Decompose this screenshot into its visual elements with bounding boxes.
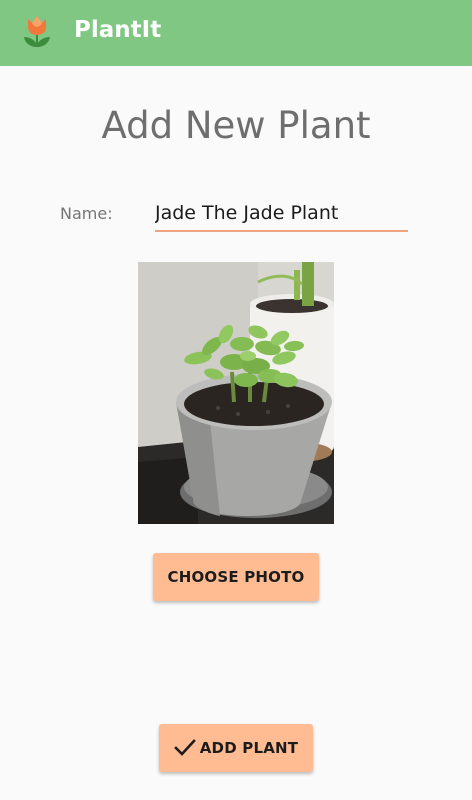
add-plant-label: ADD PLANT <box>199 739 299 757</box>
name-label: Name: <box>60 204 113 223</box>
choose-photo-button[interactable]: CHOOSE PHOTO <box>153 553 319 601</box>
add-plant-screen: PlantIt Add New Plant Name: Jade The Jad… <box>0 0 472 800</box>
app-title: PlantIt <box>74 17 162 43</box>
choose-photo-label: CHOOSE PHOTO <box>167 568 305 586</box>
plant-photo-image <box>138 262 334 524</box>
plant-name-field[interactable] <box>155 196 408 232</box>
check-icon <box>173 739 196 756</box>
add-plant-button[interactable]: ADD PLANT <box>159 724 313 772</box>
plant-photo <box>138 262 334 524</box>
app-bar: PlantIt <box>0 0 472 66</box>
page-title: Add New Plant <box>101 104 371 147</box>
tulip-icon <box>24 16 50 47</box>
